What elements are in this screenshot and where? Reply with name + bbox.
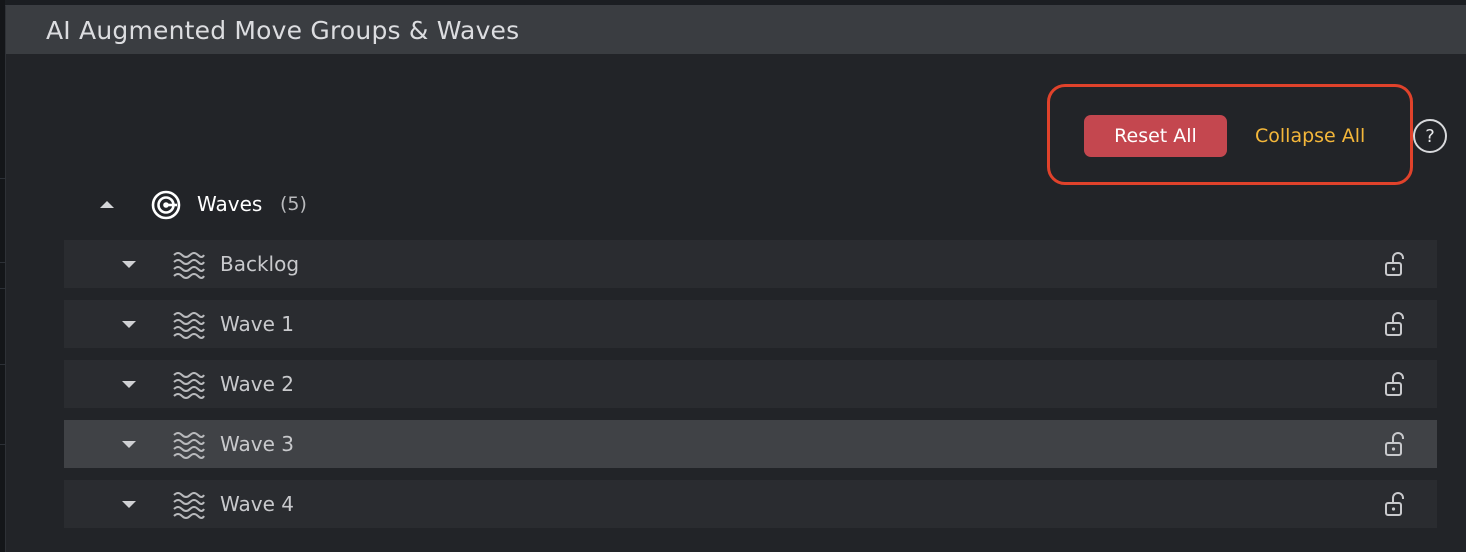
wave-name: Wave 3 <box>220 432 294 456</box>
caret-down-icon[interactable] <box>122 441 136 448</box>
panel-header: AI Augmented Move Groups & Waves <box>6 6 1466 54</box>
wave-row-wave-1[interactable]: Wave 1 <box>64 300 1437 348</box>
wave-name: Backlog <box>220 252 300 276</box>
unlock-icon[interactable] <box>1384 431 1408 457</box>
move-groups-panel: AI Augmented Move Groups & Waves Reset A… <box>5 5 1466 552</box>
target-icon <box>151 190 181 220</box>
wave-icon <box>173 252 205 279</box>
waves-label: Waves <box>197 192 263 216</box>
caret-down-icon[interactable] <box>122 381 136 388</box>
unlock-icon[interactable] <box>1384 311 1408 337</box>
wave-row-wave-2[interactable]: Wave 2 <box>64 360 1437 408</box>
wave-row-backlog[interactable]: Backlog <box>64 240 1437 288</box>
wave-row-wave-3[interactable]: Wave 3 <box>64 420 1437 468</box>
reset-all-button[interactable]: Reset All <box>1084 115 1227 157</box>
unlock-icon[interactable] <box>1384 371 1408 397</box>
wave-icon <box>173 312 205 339</box>
collapse-all-link[interactable]: Collapse All <box>1255 115 1365 157</box>
help-icon[interactable]: ? <box>1413 119 1447 153</box>
wave-icon <box>173 372 205 399</box>
wave-name: Wave 1 <box>220 312 294 336</box>
caret-down-icon[interactable] <box>122 321 136 328</box>
wave-name: Wave 2 <box>220 372 294 396</box>
wave-row-wave-4[interactable]: Wave 4 <box>64 480 1437 528</box>
wave-icon <box>173 492 205 519</box>
caret-down-icon[interactable] <box>122 501 136 508</box>
wave-name: Wave 4 <box>220 492 294 516</box>
waves-count: (5) <box>280 193 307 215</box>
unlock-icon[interactable] <box>1384 251 1408 277</box>
caret-down-icon[interactable] <box>122 261 136 268</box>
unlock-icon[interactable] <box>1384 491 1408 517</box>
caret-up-icon[interactable] <box>100 201 114 208</box>
wave-icon <box>173 432 205 459</box>
panel-title: AI Augmented Move Groups & Waves <box>46 15 520 45</box>
